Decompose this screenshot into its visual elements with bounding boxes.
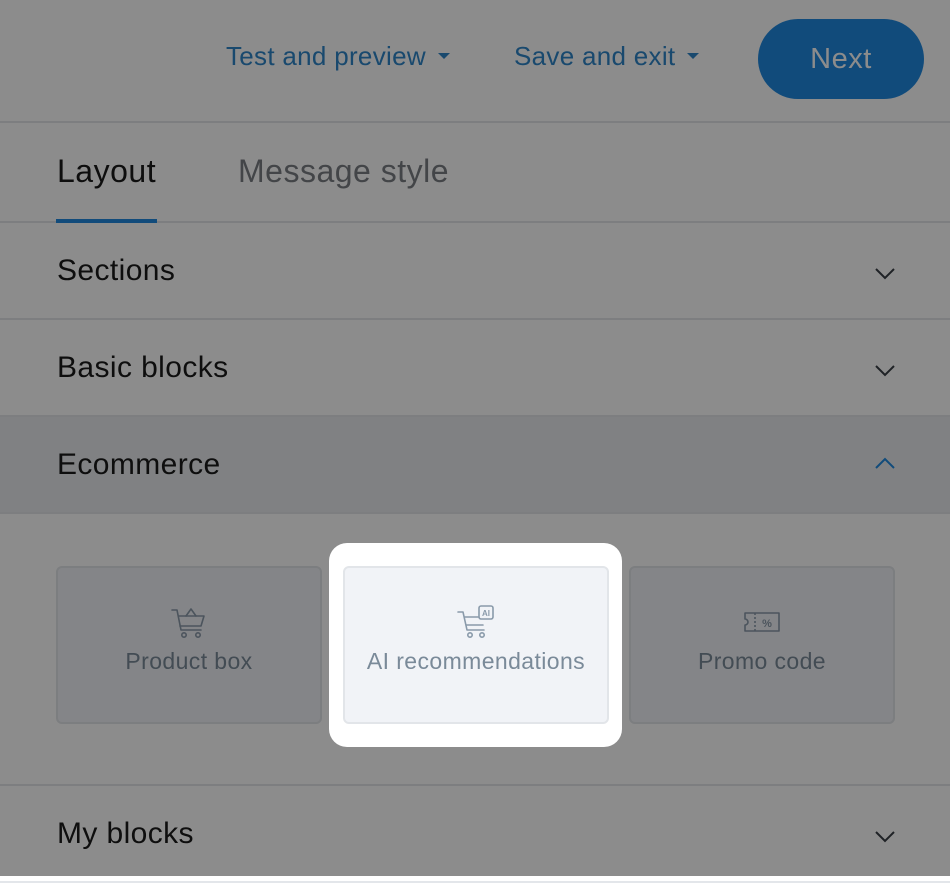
product-box-label: Product box: [125, 648, 253, 674]
save-and-exit-label: Save and exit: [514, 40, 676, 71]
accordion-my-blocks[interactable]: My blocks: [0, 786, 950, 883]
shopping-basket-icon: [171, 608, 205, 638]
ai-cart-icon: AI: [457, 605, 494, 638]
product-box-block[interactable]: Product box: [56, 566, 322, 724]
ai-recommendations-block[interactable]: AI AI recommendations: [343, 566, 609, 724]
accordion-basic-blocks[interactable]: Basic blocks: [0, 320, 950, 417]
chevron-down-icon: [875, 268, 895, 280]
accordion-sections-label: Sections: [57, 254, 176, 287]
accordion-ecommerce[interactable]: Ecommerce: [0, 417, 950, 514]
accordion-basic-blocks-label: Basic blocks: [57, 351, 229, 384]
chevron-down-icon: [875, 365, 895, 377]
promo-code-block[interactable]: % Promo code: [629, 566, 895, 724]
tab-message-style[interactable]: Message style: [238, 153, 449, 190]
email-editor-panel: Test and preview Save and exit Next Layo…: [0, 0, 950, 883]
chevron-down-icon: [875, 831, 895, 843]
test-and-preview-label: Test and preview: [226, 40, 426, 71]
accordion-ecommerce-label: Ecommerce: [57, 448, 221, 481]
accordion-sections[interactable]: Sections: [0, 223, 950, 320]
caret-down-icon: [437, 53, 450, 59]
coupon-icon: %: [744, 612, 780, 632]
svg-text:AI: AI: [482, 609, 490, 618]
top-toolbar: Test and preview Save and exit Next: [0, 0, 950, 123]
save-and-exit-dropdown[interactable]: Save and exit: [514, 36, 700, 76]
chevron-up-icon: [875, 457, 895, 469]
caret-down-icon: [687, 53, 700, 59]
svg-text:%: %: [762, 618, 772, 630]
next-button[interactable]: Next: [758, 19, 924, 99]
ecommerce-blocks-panel: Product box AI AI recommendations % Prom…: [0, 514, 950, 786]
promo-code-label: Promo code: [697, 648, 826, 674]
ai-recommendations-label: AI recommendations: [366, 648, 586, 674]
accordion-my-blocks-label: My blocks: [57, 817, 194, 850]
tab-layout[interactable]: Layout: [57, 153, 156, 190]
test-and-preview-dropdown[interactable]: Test and preview: [226, 36, 450, 76]
editor-tabs: Layout Message style: [0, 123, 950, 223]
